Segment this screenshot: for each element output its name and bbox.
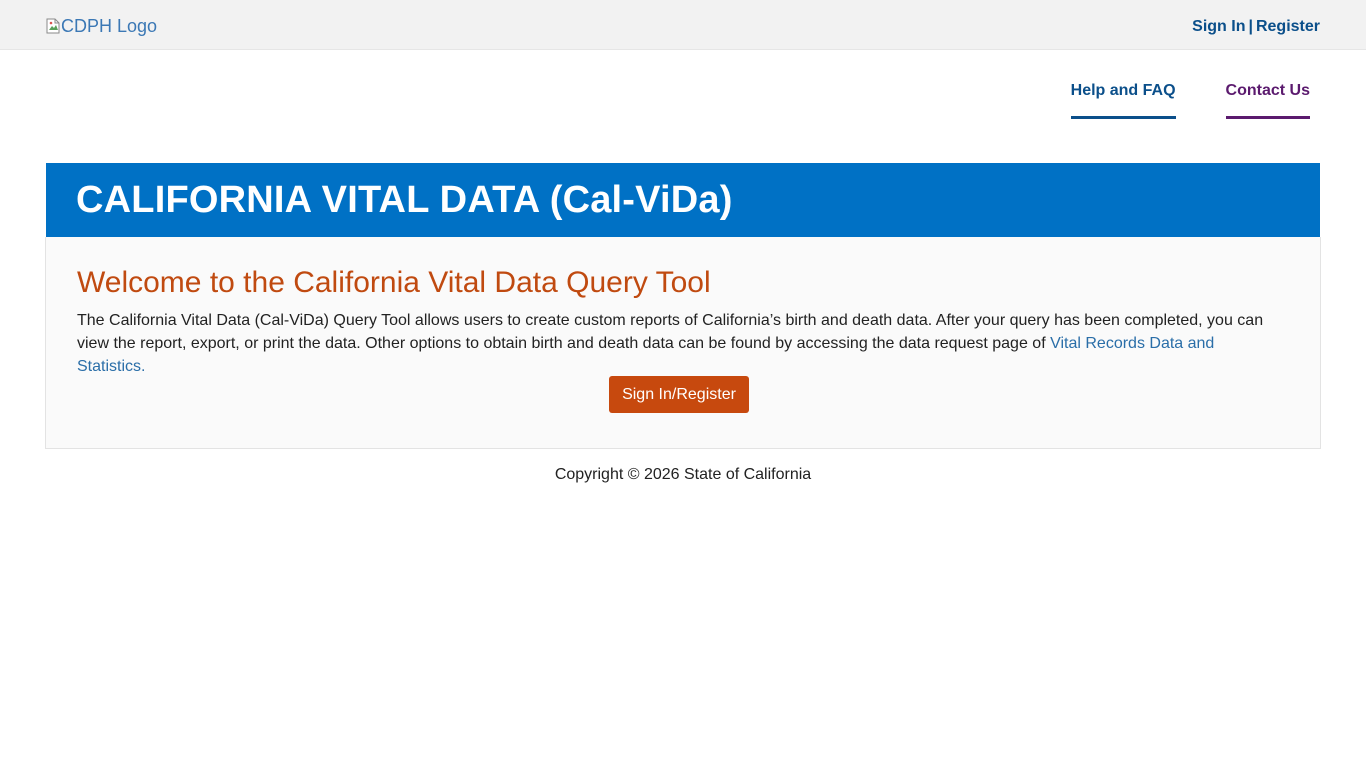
- banner-title: CALIFORNIA VITAL DATA (Cal-ViDa): [76, 179, 733, 221]
- auth-links: Sign In | Register: [1192, 17, 1320, 37]
- nav-contact-us[interactable]: Contact Us: [1225, 81, 1310, 119]
- logo-alt-text: CDPH Logo: [61, 16, 158, 36]
- sign-in-link[interactable]: Sign In: [1192, 18, 1245, 35]
- footer-copyright: Copyright © 2026 State of California: [554, 466, 812, 483]
- welcome-panel: Welcome to the California Vital Data Que…: [45, 237, 1321, 449]
- welcome-description: The California Vital Data (Cal-ViDa) Que…: [77, 309, 1287, 378]
- register-link[interactable]: Register: [1256, 18, 1320, 35]
- auth-separator: |: [1248, 18, 1253, 35]
- welcome-heading: Welcome to the California Vital Data Que…: [77, 266, 711, 299]
- top-header-bar: CDPH Logo Sign In | Register: [0, 0, 1366, 50]
- title-banner: CALIFORNIA VITAL DATA (Cal-ViDa): [46, 163, 1320, 237]
- cdph-logo[interactable]: CDPH Logo: [46, 16, 157, 36]
- sign-in-register-button[interactable]: Sign In/Register: [609, 376, 749, 413]
- broken-image-icon: [46, 18, 60, 34]
- nav-help-faq[interactable]: Help and FAQ: [1070, 81, 1176, 119]
- main-nav: Help and FAQ Contact Us: [1070, 81, 1310, 119]
